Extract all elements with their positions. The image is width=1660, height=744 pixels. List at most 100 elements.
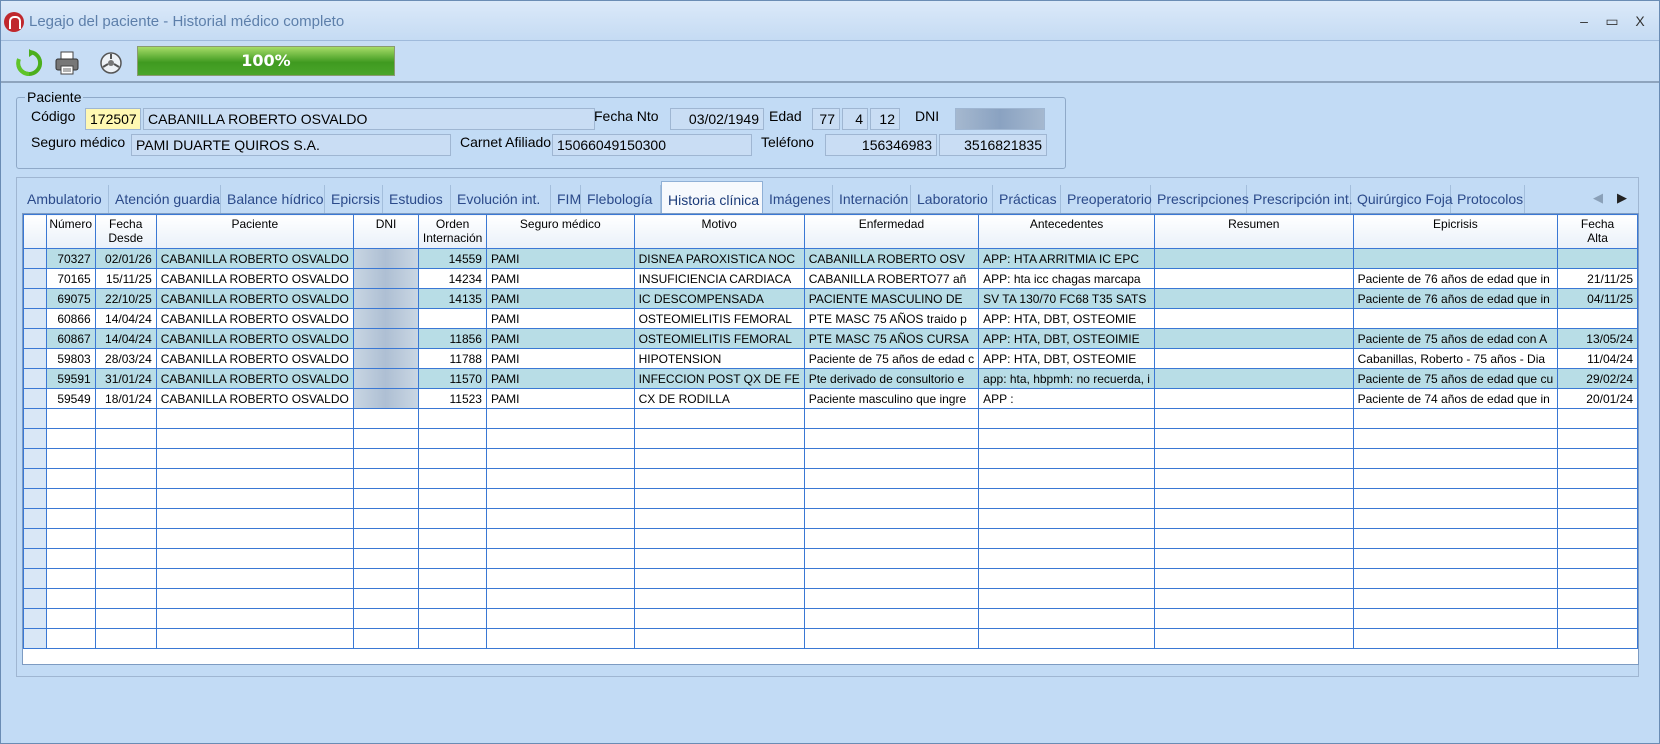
tab-internacion[interactable]: Internación (833, 185, 911, 215)
table-cell[interactable] (155, 628, 354, 649)
table-cell[interactable]: PAMI (485, 388, 635, 409)
table-cell[interactable] (1352, 468, 1559, 489)
table-cell[interactable] (485, 548, 635, 569)
table-cell[interactable] (633, 468, 805, 489)
column-header[interactable] (23, 214, 47, 249)
table-cell[interactable] (352, 628, 420, 649)
table-cell[interactable]: PAMI (485, 248, 635, 269)
row-selector[interactable] (23, 448, 47, 469)
table-cell[interactable] (803, 568, 980, 589)
table-cell[interactable] (418, 428, 487, 449)
table-cell[interactable]: OSTEOMIELITIS FEMORAL (633, 308, 805, 329)
table-cell[interactable]: Pte derivado de consultorio e (803, 368, 980, 389)
table-cell[interactable] (1352, 548, 1559, 569)
table-cell[interactable] (155, 488, 354, 509)
table-cell[interactable] (978, 568, 1155, 589)
empty-row[interactable] (23, 608, 1638, 629)
tab-atencion-guardia[interactable]: Atención guardia (109, 185, 221, 215)
table-cell[interactable] (418, 548, 487, 569)
table-cell[interactable] (633, 548, 805, 569)
table-row[interactable]: 59591 31/01/24 CABANILLA ROBERTO OSVALDO 11… (23, 368, 1638, 389)
table-cell[interactable]: 04/11/25 (1557, 288, 1638, 309)
table-cell[interactable] (1153, 488, 1354, 509)
table-cell[interactable]: 14135 (418, 288, 487, 309)
table-cell[interactable] (1557, 568, 1638, 589)
table-cell[interactable] (485, 608, 635, 629)
table-cell[interactable]: 14/04/24 (94, 328, 157, 349)
tab-prescripciones[interactable]: Prescripciones (1151, 185, 1249, 215)
table-cell[interactable] (633, 448, 805, 469)
table-cell[interactable] (485, 528, 635, 549)
table-cell[interactable] (803, 508, 980, 529)
row-selector[interactable] (23, 628, 47, 649)
table-cell[interactable] (803, 628, 980, 649)
table-cell[interactable] (94, 548, 157, 569)
table-cell[interactable]: CABANILLA ROBERTO OSVALDO (155, 328, 354, 349)
tab-protocolos[interactable]: Protocolos (1451, 185, 1525, 215)
tab-laboratorio[interactable]: Laboratorio (911, 185, 993, 215)
table-cell[interactable]: 18/01/24 (94, 388, 157, 409)
table-cell[interactable] (1153, 288, 1354, 309)
table-cell[interactable] (978, 508, 1155, 529)
row-selector[interactable] (23, 268, 47, 289)
minimize-button[interactable]: – (1574, 11, 1594, 31)
table-cell[interactable] (1352, 628, 1559, 649)
table-cell[interactable] (803, 428, 980, 449)
row-selector[interactable] (23, 308, 47, 329)
row-selector[interactable] (23, 288, 47, 309)
table-cell[interactable] (352, 288, 420, 309)
dni-field[interactable] (955, 108, 1045, 130)
row-selector[interactable] (23, 508, 47, 529)
table-cell[interactable] (45, 508, 96, 529)
table-cell[interactable] (978, 528, 1155, 549)
table-cell[interactable] (485, 508, 635, 529)
table-cell[interactable]: app: hta, hbpmh: no recuerda, i (978, 368, 1155, 389)
empty-row[interactable] (23, 528, 1638, 549)
table-cell[interactable] (1557, 508, 1638, 529)
table-cell[interactable]: 02/01/26 (94, 248, 157, 269)
table-cell[interactable] (978, 488, 1155, 509)
row-selector[interactable] (23, 408, 47, 429)
empty-row[interactable] (23, 628, 1638, 649)
empty-row[interactable] (23, 568, 1638, 589)
empty-row[interactable] (23, 468, 1638, 489)
tab-imagenes[interactable]: Imágenes (763, 185, 833, 215)
edad-dias-field[interactable]: 12 (870, 108, 900, 130)
column-header[interactable]: Fecha Desde (94, 214, 157, 249)
table-cell[interactable]: 60866 (45, 308, 96, 329)
table-cell[interactable] (1153, 428, 1354, 449)
table-cell[interactable] (94, 508, 157, 529)
fecha-nto-field[interactable]: 03/02/1949 (670, 108, 764, 130)
table-cell[interactable]: PTE MASC 75 AÑOS traido p (803, 308, 980, 329)
table-cell[interactable] (155, 568, 354, 589)
table-cell[interactable] (633, 528, 805, 549)
row-selector[interactable] (23, 248, 47, 269)
table-cell[interactable] (94, 608, 157, 629)
table-cell[interactable]: CABANILLA ROBERTO OSVALDO (155, 288, 354, 309)
table-cell[interactable] (1352, 428, 1559, 449)
table-cell[interactable] (94, 408, 157, 429)
table-cell[interactable] (803, 528, 980, 549)
table-cell[interactable] (1153, 388, 1354, 409)
table-cell[interactable] (352, 308, 420, 329)
table-cell[interactable]: 29/02/24 (1557, 368, 1638, 389)
table-cell[interactable] (1153, 628, 1354, 649)
row-selector[interactable] (23, 528, 47, 549)
table-cell[interactable] (94, 428, 157, 449)
table-cell[interactable]: Paciente de 76 años de edad que in (1352, 288, 1559, 309)
settings-icon[interactable] (97, 49, 125, 77)
table-cell[interactable] (978, 468, 1155, 489)
table-cell[interactable] (803, 468, 980, 489)
table-cell[interactable] (485, 588, 635, 609)
table-cell[interactable] (45, 428, 96, 449)
table-cell[interactable] (352, 328, 420, 349)
table-cell[interactable]: Paciente de 76 años de edad que in (1352, 268, 1559, 289)
table-cell[interactable] (1153, 568, 1354, 589)
table-cell[interactable]: Cabanillas, Roberto - 75 años - Dia (1352, 348, 1559, 369)
table-cell[interactable]: CABANILLA ROBERTO OSVALDO (155, 248, 354, 269)
tab-prescripcion-int[interactable]: Prescripción int. (1247, 185, 1353, 215)
table-cell[interactable] (1352, 448, 1559, 469)
table-cell[interactable] (1352, 528, 1559, 549)
telefono1-field[interactable]: 156346983 (825, 134, 937, 156)
codigo-field[interactable]: 172507 (85, 108, 141, 130)
